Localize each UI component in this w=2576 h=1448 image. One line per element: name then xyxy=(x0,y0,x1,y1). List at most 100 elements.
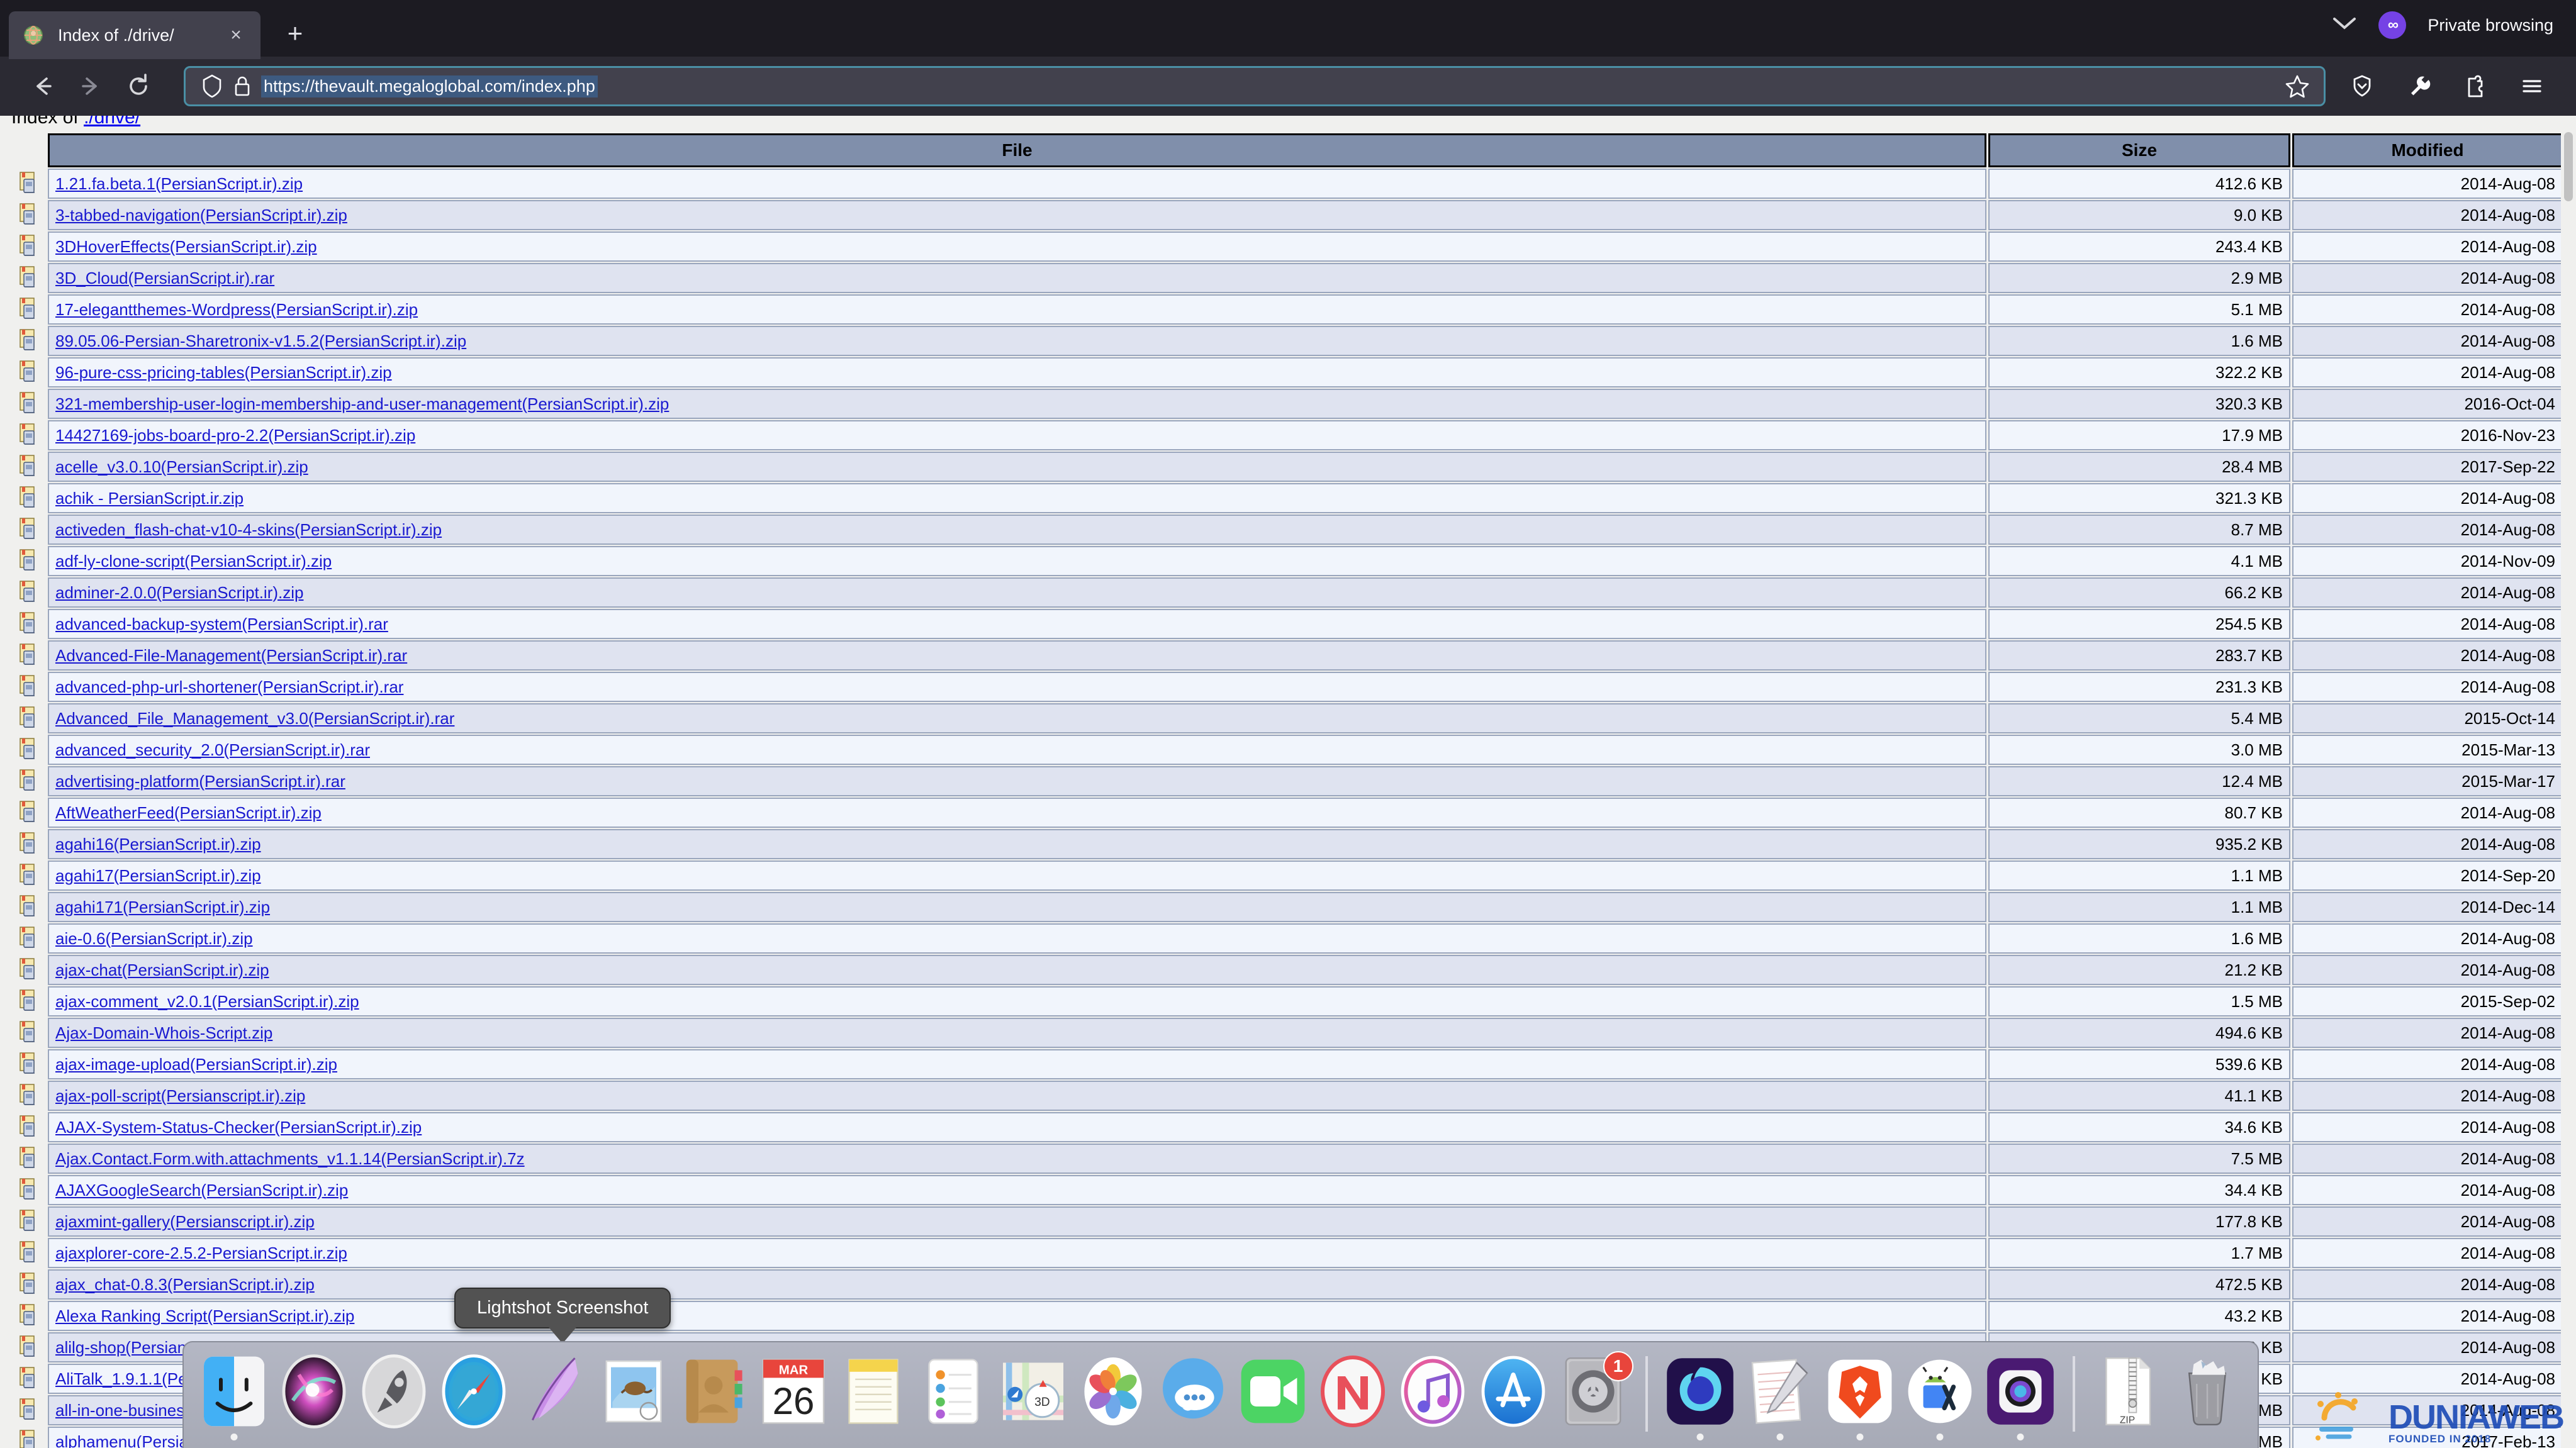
close-icon[interactable]: × xyxy=(225,26,247,45)
file-link[interactable]: 3DHoverEffects(PersianScript.ir).zip xyxy=(55,237,317,256)
file-type-icon xyxy=(12,1427,46,1448)
file-link[interactable]: ajax-chat(PersianScript.ir).zip xyxy=(55,961,269,979)
dock-item-mail[interactable] xyxy=(595,1350,672,1444)
file-link[interactable]: Advanced-File-Management(PersianScript.i… xyxy=(55,646,407,665)
browser-tab[interactable]: Index of ./drive/ × xyxy=(9,11,260,59)
file-link[interactable]: 14427169-jobs-board-pro-2.2(PersianScrip… xyxy=(55,426,415,445)
column-header-modified[interactable]: Modified xyxy=(2292,133,2563,167)
dock-item-messages[interactable] xyxy=(1155,1350,1232,1444)
dock-item-facetime[interactable] xyxy=(1235,1350,1312,1444)
dock-item-lightshot[interactable] xyxy=(1981,1350,2059,1444)
file-link[interactable]: 1.21.fa.beta.1(PersianScript.ir).zip xyxy=(55,174,303,193)
forward-button[interactable] xyxy=(67,62,115,110)
hamburger-menu-icon[interactable] xyxy=(2512,66,2552,106)
reload-button[interactable] xyxy=(115,62,162,110)
file-link[interactable]: adf-ly-clone-script(PersianScript.ir).zi… xyxy=(55,552,332,571)
dock-item-contacts[interactable] xyxy=(675,1350,752,1444)
file-link[interactable]: Ajax-Domain-Whois-Script.zip xyxy=(55,1023,272,1042)
file-link[interactable]: 96-pure-css-pricing-tables(PersianScript… xyxy=(55,363,392,382)
scrollbar-thumb[interactable] xyxy=(2564,132,2573,201)
dock-item-brave-browser[interactable] xyxy=(1822,1350,1899,1444)
address-bar[interactable]: https://thevault.megaloglobal.com/index.… xyxy=(184,66,2326,106)
column-header-size[interactable]: Size xyxy=(1988,133,2290,167)
table-row: adminer-2.0.0(PersianScript.ir).zip 66.2 … xyxy=(12,577,2563,608)
file-link[interactable]: acelle_v3.0.10(PersianScript.ir).zip xyxy=(55,457,308,476)
file-link[interactable]: 3-tabbed-navigation(PersianScript.ir).zi… xyxy=(55,206,347,225)
file-link[interactable]: 17-elegantthemes-Wordpress(PersianScript… xyxy=(55,300,418,319)
wrench-icon[interactable] xyxy=(2399,66,2439,106)
dock-item-reminders[interactable] xyxy=(915,1350,992,1444)
dock-item-system-preferences[interactable]: 1 xyxy=(1554,1350,1633,1444)
shield-icon[interactable] xyxy=(197,71,227,101)
extensions-puzzle-icon[interactable] xyxy=(2455,66,2495,106)
file-link[interactable]: advanced-php-url-shortener(PersianScript… xyxy=(55,677,403,696)
dock-item-safari[interactable] xyxy=(435,1350,512,1444)
dock-item-news[interactable] xyxy=(1314,1350,1392,1444)
file-size-cell: 1.6 MB xyxy=(1988,326,2290,356)
file-link[interactable]: aie-0.6(PersianScript.ir).zip xyxy=(55,929,253,948)
file-link[interactable]: Advanced_File_Management_v3.0(PersianScr… xyxy=(55,709,454,728)
tracking-protection-icon[interactable] xyxy=(2342,66,2382,106)
file-link[interactable]: agahi171(PersianScript.ir).zip xyxy=(55,898,270,916)
dock-item-notes[interactable] xyxy=(835,1350,912,1444)
dock-item-calendar[interactable]: MAR 26 xyxy=(754,1350,832,1444)
file-link[interactable]: ajax_chat-0.8.3(PersianScript.ir).zip xyxy=(55,1275,315,1294)
file-link[interactable]: adminer-2.0.0(PersianScript.ir).zip xyxy=(55,583,303,602)
page-scrollbar[interactable] xyxy=(2561,116,2576,1448)
file-link[interactable]: agahi17(PersianScript.ir).zip xyxy=(55,866,261,885)
chevron-down-icon[interactable] xyxy=(2332,15,2357,36)
dock-item-trash[interactable] xyxy=(2169,1350,2246,1444)
bookmark-star-icon[interactable] xyxy=(2282,71,2312,101)
url-input[interactable]: https://thevault.megaloglobal.com/index.… xyxy=(261,75,598,97)
dock-item-siri[interactable] xyxy=(275,1350,352,1444)
dock-item-zip-archive[interactable]: ZIP xyxy=(2089,1350,2166,1444)
file-link[interactable]: 321-membership-user-login-membership-and… xyxy=(55,394,669,413)
textedit-icon xyxy=(1742,1354,1818,1429)
dock-item-textedit[interactable] xyxy=(1742,1350,1819,1444)
dock-item-launchpad[interactable] xyxy=(355,1350,432,1444)
file-link[interactable]: achik - PersianScript.ir.zip xyxy=(55,489,244,508)
watermark-text: DUNIAWEB xyxy=(2388,1398,2565,1437)
file-modified-cell: 2014-Aug-08 xyxy=(2292,231,2563,262)
private-mask-icon: ∞ xyxy=(2378,11,2407,39)
file-link[interactable]: advertising-platform(PersianScript.ir).r… xyxy=(55,772,345,791)
table-row: 1.21.fa.beta.1(PersianScript.ir).zip 412.… xyxy=(12,169,2563,199)
file-link[interactable]: ajax-image-upload(PersianScript.ir).zip xyxy=(55,1055,337,1074)
column-header-file[interactable]: File xyxy=(48,133,1986,167)
file-link[interactable]: Alexa Ranking Script(PersianScript.ir).z… xyxy=(55,1306,354,1325)
file-link[interactable]: advanced_security_2.0(PersianScript.ir).… xyxy=(55,740,370,759)
file-link[interactable]: activeden_flash-chat-v10-4-skins(Persian… xyxy=(55,520,442,539)
dock-item-maps[interactable]: 3D xyxy=(995,1350,1072,1444)
file-link[interactable]: ajaxplorer-core-2.5.2-PersianScript.ir.z… xyxy=(55,1244,347,1262)
file-link[interactable]: 3D_Cloud(PersianScript.ir).rar xyxy=(55,269,274,287)
file-link[interactable]: AJAX-System-Status-Checker(PersianScript… xyxy=(55,1118,422,1137)
dock-item-photos[interactable] xyxy=(1075,1350,1152,1444)
file-link[interactable]: AftWeatherFeed(PersianScript.ir).zip xyxy=(55,803,322,822)
file-link[interactable]: AJAXGoogleSearch(PersianScript.ir).zip xyxy=(55,1181,348,1200)
file-size-cell: 320.3 KB xyxy=(1988,389,2290,419)
lock-icon[interactable] xyxy=(227,71,257,101)
file-link[interactable]: ajaxmint-gallery(Persianscript.ir).zip xyxy=(55,1212,315,1231)
file-link[interactable]: 89.05.06-Persian-Sharetronix-v1.5.2(Pers… xyxy=(55,331,466,350)
file-link[interactable]: agahi16(PersianScript.ir).zip xyxy=(55,835,261,854)
new-tab-button[interactable]: + xyxy=(279,20,311,47)
back-button[interactable] xyxy=(19,62,67,110)
dock-item-keynote[interactable] xyxy=(515,1350,592,1444)
dock-item-app-store[interactable] xyxy=(1474,1350,1552,1444)
macos-dock: MAR 26 3D 1 ZIP xyxy=(182,1341,2259,1448)
file-type-icon xyxy=(12,420,46,450)
file-name-cell: ajax-image-upload(PersianScript.ir).zip xyxy=(48,1049,1986,1079)
file-link[interactable]: ajax-poll-script(Persianscript.ir).zip xyxy=(55,1086,305,1105)
file-link[interactable]: ajax-comment_v2.0.1(PersianScript.ir).zi… xyxy=(55,992,359,1011)
file-link[interactable]: Ajax.Contact.Form.with.attachments_v1.1.… xyxy=(55,1149,525,1168)
file-size-cell: 3.0 MB xyxy=(1988,735,2290,765)
file-link[interactable]: advanced-backup-system(PersianScript.ir)… xyxy=(55,615,388,633)
contacts-icon xyxy=(676,1354,751,1429)
dock-item-android-studio[interactable] xyxy=(1901,1350,1979,1444)
dock-item-firefox-developer-edition[interactable] xyxy=(1662,1350,1739,1444)
file-name-cell: AJAXGoogleSearch(PersianScript.ir).zip xyxy=(48,1175,1986,1205)
duniaweb-watermark: DUNIAWEB FOUNDED IN 2018 xyxy=(2316,1389,2565,1445)
file-size-cell: 7.5 MB xyxy=(1988,1144,2290,1174)
dock-item-finder[interactable] xyxy=(195,1350,272,1444)
dock-item-music[interactable] xyxy=(1394,1350,1472,1444)
